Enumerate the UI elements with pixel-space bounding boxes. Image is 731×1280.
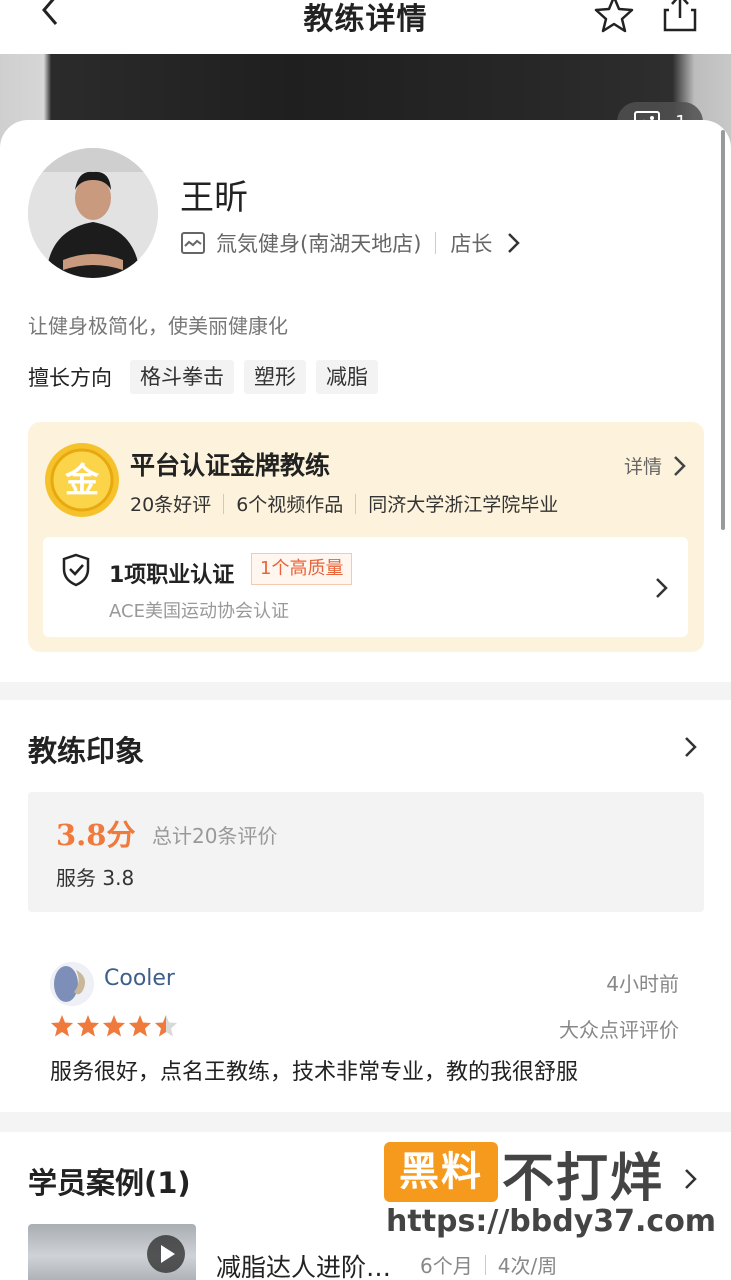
cert-name: ACE美国运动协会认证 <box>109 601 289 622</box>
medal-char: 金 <box>64 461 100 501</box>
professional-cert-card[interactable]: 1项职业认证 1个高质量 ACE美国运动协会认证 <box>43 537 688 637</box>
star-icon <box>129 1015 151 1037</box>
store-link[interactable]: 氚気健身(南湖天地店) 店长 <box>180 228 522 258</box>
coach-name: 王昕 <box>180 178 248 218</box>
avatar-portrait <box>28 148 158 278</box>
cert-title: 1项职业认证 <box>109 563 235 588</box>
chevron-right-icon[interactable] <box>681 1166 699 1192</box>
skill-tag[interactable]: 格斗拳击 <box>130 360 234 394</box>
case-duration: 6个月 <box>420 1254 473 1278</box>
rating-score: 3.8分 <box>56 818 136 852</box>
chevron-right-icon <box>674 455 686 476</box>
divider <box>435 232 437 254</box>
star-icon <box>51 1015 73 1037</box>
chevron-right-icon <box>656 578 668 598</box>
gold-detail-link[interactable]: 详情 <box>624 452 688 479</box>
star-icon <box>103 1015 125 1037</box>
reviewer-avatar[interactable] <box>50 962 94 1006</box>
share-icon[interactable] <box>660 0 700 34</box>
scrollbar[interactable] <box>721 130 725 530</box>
skill-tag[interactable]: 减脂 <box>316 360 378 394</box>
coach-slogan: 让健身极简化，使美丽健康化 <box>28 314 288 338</box>
coach-profile-card: 王昕 氚気健身(南湖天地店) 店长 让健身极简化，使美丽健康化 擅长方向 格斗拳… <box>0 120 731 682</box>
half-star-icon <box>155 1015 177 1037</box>
review-total: 总计20条评价 <box>152 824 278 848</box>
gold-medal-icon: 金 <box>45 443 119 517</box>
rating-summary[interactable]: 3.8分 总计20条评价 服务 3.8 <box>28 792 704 912</box>
section-title: 教练印象 <box>28 734 145 768</box>
coach-impression-section: 教练印象 3.8分 总计20条评价 服务 3.8 Cooler 4小时前 大众点… <box>0 700 731 1112</box>
divider <box>223 493 225 514</box>
skills-label: 擅长方向 <box>28 366 112 390</box>
gold-title: 平台认证金牌教练 <box>130 451 331 480</box>
review-time: 4小时前 <box>606 972 679 996</box>
skill-tag[interactable]: 塑形 <box>244 360 306 394</box>
coach-role: 店长 <box>450 232 493 256</box>
gold-stats: 20条好评 6个视频作品 同济大学浙江学院毕业 <box>130 490 558 517</box>
page: 1 教练详情 王昕 <box>0 0 731 1280</box>
case-video-thumbnail[interactable] <box>28 1224 196 1280</box>
chevron-right-icon <box>508 233 521 253</box>
case-frequency: 4次/周 <box>497 1254 558 1278</box>
review-text: 服务很好，点名王教练，技术非常专业，教的我很舒服 <box>50 1060 579 1085</box>
avatar-image <box>50 962 94 1006</box>
watermark-text: 不打烊 <box>502 1149 665 1209</box>
divider <box>355 493 357 514</box>
stat-videos: 6个视频作品 <box>236 494 344 516</box>
case-meta: 6个月 4次/周 <box>420 1250 557 1279</box>
shield-check-icon <box>62 553 90 587</box>
watermark-badge: 黑料 <box>384 1142 498 1202</box>
stat-reviews: 20条好评 <box>130 494 212 516</box>
stat-education: 同济大学浙江学院毕业 <box>368 494 559 516</box>
divider <box>484 1254 486 1275</box>
coach-avatar[interactable] <box>28 148 158 278</box>
favorite-star-icon[interactable] <box>594 0 634 34</box>
review-stars <box>50 1014 178 1038</box>
reviewer-name[interactable]: Cooler <box>104 966 175 991</box>
skills-row: 擅长方向 格斗拳击 塑形 减脂 <box>28 360 388 394</box>
star-icon <box>77 1015 99 1037</box>
quality-badge: 1个高质量 <box>251 553 353 585</box>
service-score: 服务 3.8 <box>56 866 135 890</box>
case-title[interactable]: 减脂达人进阶… <box>216 1248 391 1280</box>
play-icon <box>147 1235 185 1273</box>
detail-label: 详情 <box>623 456 662 478</box>
chevron-right-icon[interactable] <box>681 734 699 760</box>
section-title: 学员案例(1) <box>28 1166 191 1200</box>
store-icon <box>181 232 205 254</box>
gold-coach-certification: 金 平台认证金牌教练 详情 20条好评 6个视频作品 同济大学浙江学院毕业 1项… <box>28 422 704 652</box>
watermark-url: https://bbdy37.com <box>386 1204 717 1239</box>
store-name: 氚気健身(南湖天地店) <box>216 232 422 256</box>
review-source: 大众点评评价 <box>559 1018 679 1042</box>
nav-header: 教练详情 <box>0 0 731 54</box>
